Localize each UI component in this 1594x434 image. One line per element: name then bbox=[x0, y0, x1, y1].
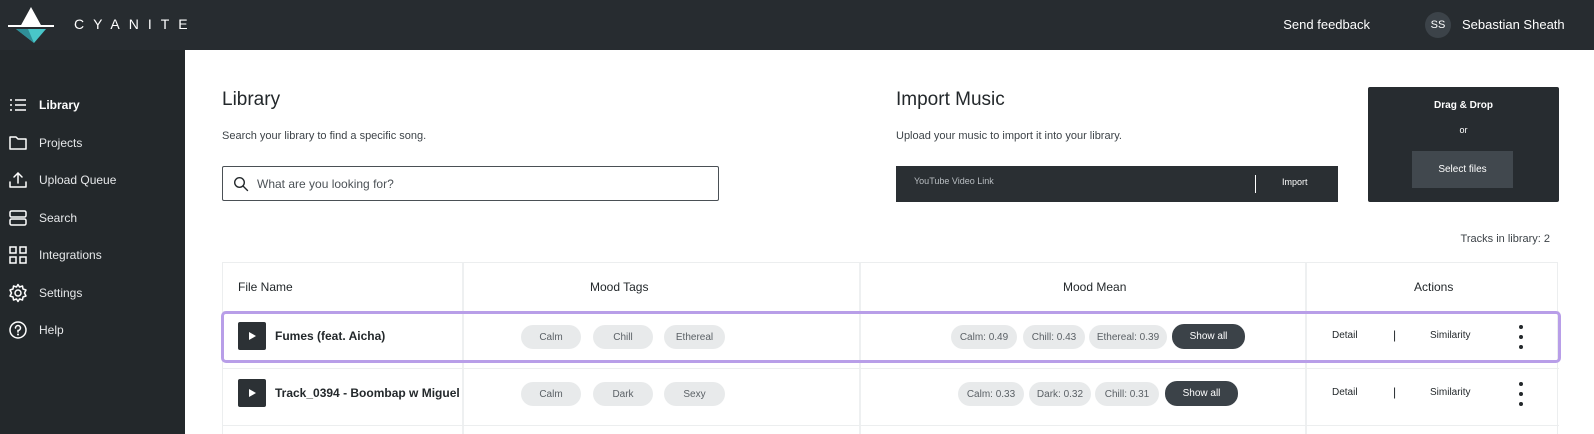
sidebar-item-settings[interactable]: Settings bbox=[8, 280, 178, 306]
play-button[interactable] bbox=[238, 322, 266, 350]
sidebar-item-label: Search bbox=[39, 211, 78, 225]
header-mood-tags: Mood Tags bbox=[590, 280, 649, 294]
sidebar-item-label: Projects bbox=[39, 136, 83, 150]
mood-mean-chip: Ethereal: 0.39 bbox=[1089, 325, 1167, 349]
upload-icon bbox=[9, 172, 27, 188]
mood-tag-chip[interactable]: Calm bbox=[521, 382, 581, 406]
mood-tag-chip[interactable]: Ethereal bbox=[664, 325, 725, 349]
youtube-link-input[interactable] bbox=[914, 176, 1214, 186]
grid-icon bbox=[9, 246, 27, 264]
send-feedback-link[interactable]: Send feedback bbox=[1283, 17, 1370, 32]
play-icon bbox=[249, 332, 256, 340]
mood-tag-chip[interactable]: Chill bbox=[593, 325, 653, 349]
sidebar: Library Projects Upload Queue Search Int… bbox=[0, 50, 185, 434]
file-name[interactable]: Track_0394 - Boombap w Miguel bbox=[275, 386, 460, 400]
folder-icon bbox=[9, 136, 27, 150]
detail-button[interactable]: Detail bbox=[1332, 387, 1358, 398]
search-panels-icon bbox=[9, 210, 27, 226]
file-name[interactable]: Fumes (feat. Aicha) bbox=[275, 329, 385, 343]
mood-mean-chip: Chill: 0.43 bbox=[1023, 325, 1085, 349]
more-options-icon[interactable] bbox=[1516, 325, 1526, 349]
sidebar-item-upload-queue[interactable]: Upload Queue bbox=[8, 167, 178, 193]
action-separator: | bbox=[1393, 328, 1397, 342]
action-separator: | bbox=[1393, 385, 1397, 399]
similarity-button[interactable]: Similarity bbox=[1430, 330, 1471, 341]
help-icon bbox=[9, 321, 27, 339]
list-icon bbox=[10, 99, 26, 111]
cyanite-logo-icon[interactable] bbox=[6, 5, 56, 45]
table-row[interactable]: Fumes (feat. Aicha) Calm Chill Ethereal … bbox=[221, 311, 1561, 363]
sidebar-item-integrations[interactable]: Integrations bbox=[8, 242, 178, 268]
sidebar-item-label: Integrations bbox=[39, 248, 102, 262]
mood-tag-chip[interactable]: Dark bbox=[593, 382, 653, 406]
mood-mean-chip: Dark: 0.32 bbox=[1029, 382, 1091, 406]
similarity-button[interactable]: Similarity bbox=[1430, 387, 1471, 398]
brand-name: CYANITE bbox=[74, 16, 197, 32]
import-music-subtitle: Upload your music to import it into your… bbox=[896, 130, 1122, 142]
user-avatar[interactable]: SS bbox=[1425, 12, 1451, 38]
sidebar-item-label: Settings bbox=[39, 286, 83, 300]
mood-mean-chip: Chill: 0.31 bbox=[1095, 382, 1159, 406]
drag-drop-or: or bbox=[1459, 125, 1468, 135]
detail-button[interactable]: Detail bbox=[1332, 330, 1358, 341]
import-music-title: Import Music bbox=[896, 89, 1005, 110]
gear-icon bbox=[9, 283, 27, 303]
table-row[interactable]: Track_0394 - Boombap w Miguel Calm Dark … bbox=[223, 370, 1559, 418]
play-icon bbox=[249, 389, 256, 397]
tracks-table: File Name Mood Tags Mood Mean Actions Fu… bbox=[221, 262, 1561, 434]
mood-tag-chip[interactable]: Calm bbox=[521, 325, 581, 349]
show-all-button[interactable]: Show all bbox=[1172, 324, 1245, 349]
library-subtitle: Search your library to find a specific s… bbox=[222, 130, 427, 142]
top-bar: CYANITE Send feedback SS Sebastian Sheat… bbox=[0, 0, 1594, 50]
search-input[interactable] bbox=[257, 176, 697, 191]
library-search-box[interactable] bbox=[222, 166, 719, 201]
mood-mean-chip: Calm: 0.49 bbox=[951, 325, 1017, 349]
header-actions: Actions bbox=[1414, 280, 1454, 294]
select-files-button[interactable]: Select files bbox=[1412, 151, 1513, 188]
header-mood-mean: Mood Mean bbox=[1063, 280, 1127, 294]
sidebar-item-library[interactable]: Library bbox=[8, 92, 178, 118]
row-separator bbox=[223, 311, 1559, 312]
header-file-name: File Name bbox=[238, 280, 293, 294]
import-link-bar: Import bbox=[896, 166, 1338, 202]
sidebar-item-label: Help bbox=[39, 323, 64, 337]
sidebar-item-search[interactable]: Search bbox=[8, 205, 178, 231]
tracks-count: Tracks in library: 2 bbox=[1460, 233, 1550, 245]
import-button[interactable]: Import bbox=[1282, 177, 1308, 187]
library-title: Library bbox=[222, 89, 281, 110]
more-options-icon[interactable] bbox=[1516, 382, 1526, 406]
sidebar-item-label: Library bbox=[39, 98, 80, 112]
sidebar-item-label: Upload Queue bbox=[39, 173, 117, 187]
user-name[interactable]: Sebastian Sheath bbox=[1462, 17, 1565, 32]
play-button[interactable] bbox=[238, 379, 266, 407]
search-icon bbox=[233, 176, 249, 191]
row-separator bbox=[223, 425, 1559, 426]
drag-drop-title: Drag & Drop bbox=[1434, 100, 1493, 111]
row-separator bbox=[223, 368, 1559, 369]
mood-tag-chip[interactable]: Sexy bbox=[664, 382, 725, 406]
import-divider bbox=[1255, 175, 1256, 193]
mood-mean-chip: Calm: 0.33 bbox=[958, 382, 1024, 406]
sidebar-item-help[interactable]: Help bbox=[8, 317, 178, 343]
show-all-button[interactable]: Show all bbox=[1165, 381, 1238, 406]
drag-drop-zone[interactable]: Drag & Drop or Select files bbox=[1368, 87, 1559, 202]
sidebar-item-projects[interactable]: Projects bbox=[8, 130, 178, 156]
